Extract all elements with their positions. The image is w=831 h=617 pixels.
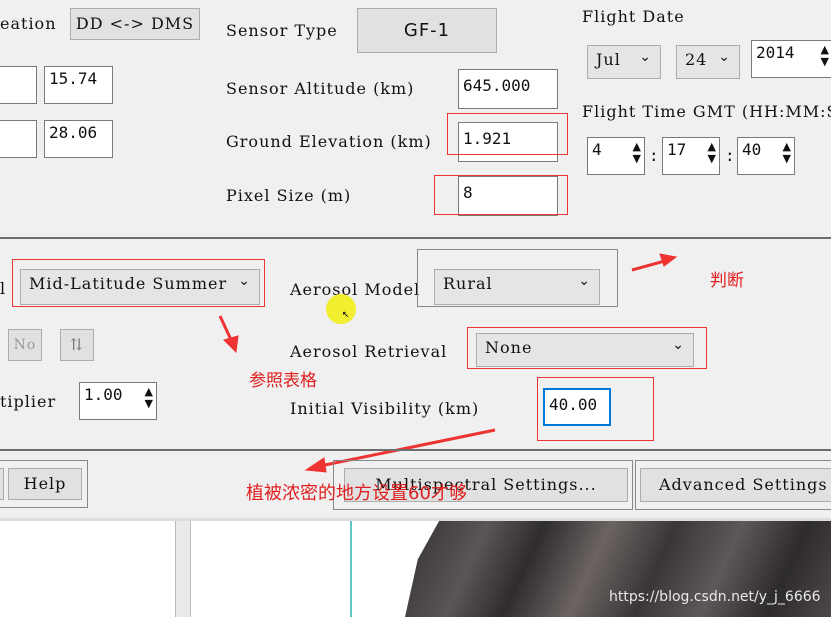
arrowhead — [223, 335, 239, 354]
watermark: https://blog.csdn.net/y_j_6666 — [609, 589, 821, 605]
help-button[interactable]: Help — [8, 468, 82, 500]
dialog-shadow — [0, 518, 831, 521]
offscreen-button[interactable] — [0, 468, 4, 500]
annotation-dense-vegetation: 植被浓密的地方设置60才够 — [246, 483, 467, 504]
advanced-settings-button[interactable]: Advanced Settings — [640, 468, 831, 502]
arrowhead — [304, 457, 327, 473]
divider — [0, 449, 831, 451]
panel-splitter[interactable] — [175, 521, 191, 617]
arrowhead — [659, 253, 678, 267]
cyan-line — [350, 521, 352, 617]
